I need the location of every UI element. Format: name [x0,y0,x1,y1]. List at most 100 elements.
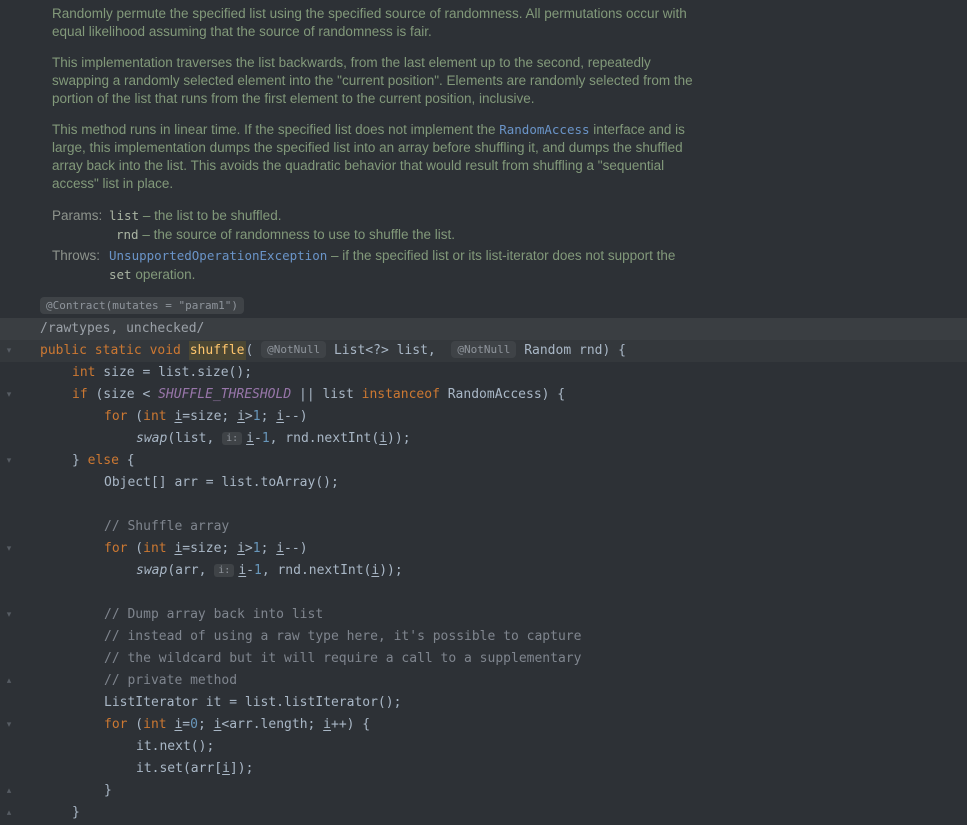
code-token: (size < [87,387,159,402]
doc-link[interactable]: UnsupportedOperationException [109,248,327,263]
fold-up-icon[interactable]: ▴ [3,780,15,802]
code-token: instanceof [361,387,440,402]
code-token: i [379,431,388,446]
fold-down-icon[interactable]: ▾ [3,604,15,626]
code-line[interactable]: ▴} [0,780,967,802]
code-token: i [276,409,285,424]
doc-text: – if the specified list or its list-iter… [327,248,676,263]
code-token: || list [291,387,362,402]
doc-text: This method runs in linear time. If the … [52,122,500,137]
code-token: // private method [104,673,238,688]
doc-text: – the list to be shuffled. [139,208,282,223]
code-line-content: Object[] arr = list.toArray(); [0,472,967,494]
code-token: i [237,541,245,556]
code-token: ( [127,717,144,732]
code-line[interactable]: ▾ // Dump array back into list [0,604,967,626]
code-line[interactable] [0,494,967,516]
method-name-highlight: shuffle [188,341,246,360]
annotation-inlay[interactable]: @Contract(mutates = "param1") [40,297,245,314]
code-line-content: it.set(arr[i]); [0,758,967,780]
code-token: --) [284,409,308,424]
code-token: Random rnd) { [516,343,626,358]
code-line[interactable] [0,582,967,604]
doc-code-ref: list [109,208,140,223]
code-token: --) [284,541,308,556]
annotation-inlay[interactable]: @NotNull [261,341,327,358]
code-line[interactable]: ▾ for (int i=0; i<arr.length; i++) { [0,714,967,736]
code-token: int [143,717,167,732]
code-line[interactable]: // the wildcard but it will require a ca… [0,648,967,670]
code-token: for [104,541,128,556]
code-token: 1 [252,541,261,556]
code-token: i [276,541,285,556]
doc-entry: rnd – the source of randomness to use to… [109,225,697,244]
doc-text: Randomly permute the specified list usin… [52,6,687,39]
code-token: i [323,717,331,732]
code-token: ]); [229,761,254,776]
code-line[interactable]: ▴ // private method [0,670,967,692]
doc-section-label: Throws: [52,248,101,263]
annotation-inlay[interactable]: @NotNull [451,341,517,358]
code-line[interactable]: int size = list.size(); [0,362,967,384]
doc-code-ref: set [109,267,132,282]
code-line[interactable]: swap(arr, i: i-1, rnd.nextInt(i)); [0,560,967,582]
code-line[interactable]: /rawtypes, unchecked/ [0,318,967,340]
code-line-content: // private method [0,670,967,692]
code-line[interactable]: Object[] arr = list.toArray(); [0,472,967,494]
code-token: if [72,387,88,402]
code-area[interactable]: @Contract(mutates = "param1") /rawtypes, … [0,296,967,825]
code-line[interactable]: // Shuffle array [0,516,967,538]
code-line-content: // the wildcard but it will require a ca… [0,648,967,670]
code-line[interactable]: @Contract(mutates = "param1") [0,296,967,318]
parameter-hint-inlay[interactable]: i: [214,564,235,577]
folded-region[interactable]: /rawtypes, unchecked/ [40,321,204,336]
code-token: , rnd.nextInt( [261,563,372,578]
code-line-content: it.next(); [0,736,967,758]
fold-up-icon[interactable]: ▴ [3,802,15,824]
code-line[interactable]: ▾ if (size < SHUFFLE_THRESHOLD || list in… [0,384,967,406]
doc-text: – the source of randomness to use to shu… [138,227,456,242]
code-line[interactable]: for (int i=size; i>1; i--) [0,406,967,428]
code-token: 1 [253,563,262,578]
code-token: for [104,409,128,424]
code-line[interactable]: ▾ public static void shuffle( @NotNull Li… [0,340,967,362]
code-line[interactable]: ▾ for (int i=size; i>1; i--) [0,538,967,560]
code-token: i [238,563,247,578]
code-line[interactable]: it.set(arr[i]); [0,758,967,780]
doc-paragraph: This implementation traverses the list b… [52,54,700,108]
fold-up-icon[interactable]: ▴ [3,670,15,692]
doc-section-throws: Throws: UnsupportedOperationException – i… [52,246,700,284]
code-token: for [104,717,128,732]
fold-down-icon[interactable]: ▾ [3,714,15,736]
code-token: =size; [182,541,238,556]
code-token: <arr.length; [221,717,324,732]
code-token: int [143,409,167,424]
code-token: } [72,453,88,468]
code-token: 0 [190,717,198,732]
code-line[interactable]: swap(list, i: i-1, rnd.nextInt(i)); [0,428,967,450]
code-token: - [253,431,262,446]
doc-link[interactable]: RandomAccess [499,122,589,137]
code-line[interactable]: ▾} else { [0,450,967,472]
code-token: (list, [167,431,223,446]
code-token: // Dump array back into list [104,607,324,622]
fold-down-icon[interactable]: ▾ [3,384,15,406]
fold-down-icon[interactable]: ▾ [3,340,15,362]
code-token: Object[] arr = list.toArray(); [104,475,339,490]
code-line-content: } else { [0,450,967,472]
code-line[interactable]: ▴} [0,802,967,824]
doc-text: This implementation traverses the list b… [52,55,693,106]
fold-down-icon[interactable]: ▾ [3,538,15,560]
code-token: SHUFFLE_THRESHOLD [158,387,292,402]
code-line[interactable]: ListIterator it = list.listIterator(); [0,692,967,714]
code-token: List<?> list, [326,343,452,358]
fold-down-icon[interactable]: ▾ [3,450,15,472]
code-editor[interactable]: Randomly permute the specified list usin… [0,0,967,825]
code-token: } [72,805,80,820]
code-line[interactable]: it.next(); [0,736,967,758]
code-token: )); [379,563,403,578]
code-token: - [246,563,254,578]
code-line[interactable]: // instead of using a raw type here, it'… [0,626,967,648]
code-line-content: for (int i=size; i>1; i--) [0,538,967,560]
parameter-hint-inlay[interactable]: i: [222,432,243,445]
